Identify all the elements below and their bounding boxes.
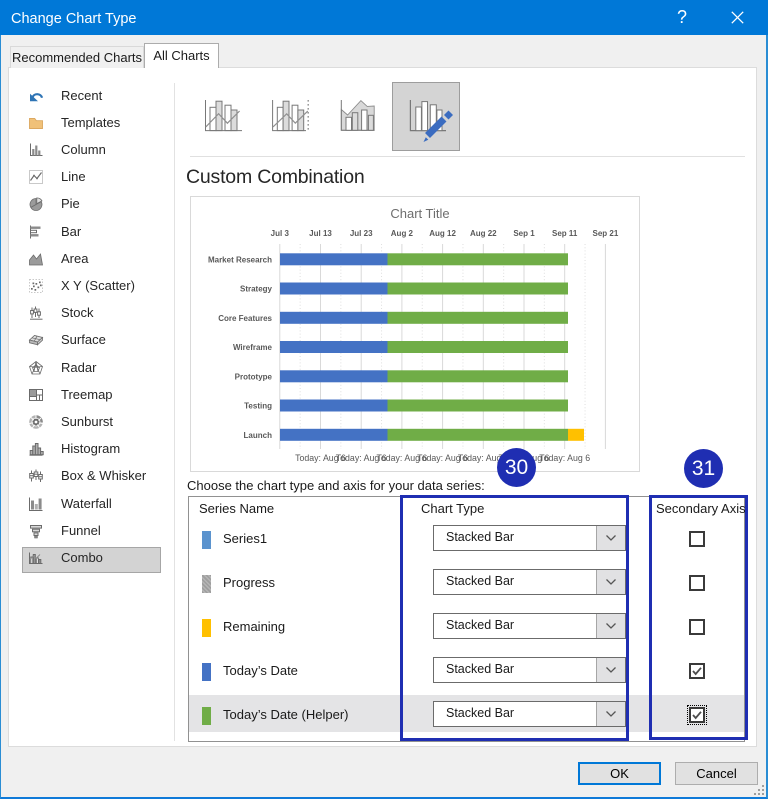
svg-text:Aug 12: Aug 12 <box>429 229 456 238</box>
svg-text:Sep 21: Sep 21 <box>593 229 619 238</box>
svg-text:Market Research: Market Research <box>208 255 272 264</box>
svg-text:Wireframe: Wireframe <box>233 343 273 352</box>
svg-text:Prototype: Prototype <box>235 372 273 381</box>
svg-text:Aug 2: Aug 2 <box>391 229 414 238</box>
svg-text:Sep 11: Sep 11 <box>552 229 578 238</box>
svg-text:Testing: Testing <box>244 402 272 411</box>
svg-text:Jul 13: Jul 13 <box>309 229 332 238</box>
svg-text:Today: Aug 6: Today: Aug 6 <box>539 453 590 463</box>
svg-text:Launch: Launch <box>244 431 273 440</box>
svg-text:Aug 22: Aug 22 <box>470 229 497 238</box>
svg-text:Chart Title: Chart Title <box>390 206 449 221</box>
svg-text:Strategy: Strategy <box>240 285 273 294</box>
svg-text:Core Features: Core Features <box>218 314 272 323</box>
svg-text:Jul 3: Jul 3 <box>271 229 290 238</box>
svg-text:Jul 23: Jul 23 <box>350 229 373 238</box>
svg-text:Sep 1: Sep 1 <box>513 229 535 238</box>
